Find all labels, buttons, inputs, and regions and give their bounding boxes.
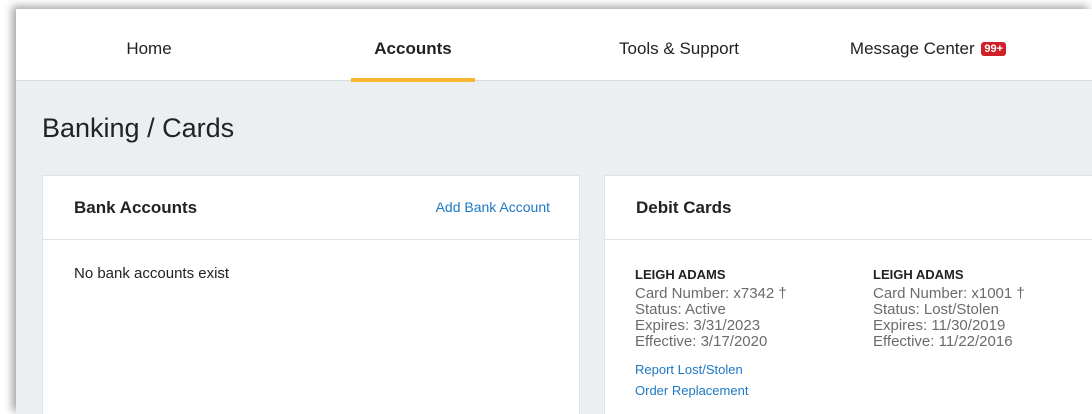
debit-card-item: LEIGH ADAMS Card Number: x7342 † Status:…: [635, 267, 855, 401]
debit-card-item: LEIGH ADAMS Card Number: x1001 † Status:…: [873, 267, 1092, 350]
report-lost-stolen-link[interactable]: Report Lost/Stolen: [635, 359, 855, 380]
active-tab-indicator: [351, 78, 475, 82]
empty-state-text: No bank accounts exist: [74, 265, 230, 282]
nav-home-label: Home: [126, 39, 172, 58]
nav-tools-support-label: Tools & Support: [618, 39, 739, 58]
debit-cards-header: Debit Cards: [605, 176, 1092, 240]
bank-accounts-title: Bank Accounts: [74, 198, 198, 217]
nav-message-center-label: Message Center: [849, 39, 975, 58]
debit-cards-panel: Debit Cards LEIGH ADAMS Card Number: x73…: [604, 175, 1092, 414]
card-status: Status: Active: [635, 301, 726, 318]
app-window: Home Accounts Tools & Support Message Ce…: [16, 9, 1092, 414]
nav-accounts[interactable]: Accounts: [351, 39, 475, 82]
nav-message-center[interactable]: Message Center 99+: [838, 39, 1018, 81]
message-count-badge: 99+: [981, 42, 1007, 56]
card-expires: Expires: 11/30/2019: [873, 317, 1006, 334]
nav-home[interactable]: Home: [104, 39, 194, 81]
bank-accounts-header: Bank Accounts Add Bank Account: [43, 176, 579, 240]
add-bank-account-link[interactable]: Add Bank Account: [436, 199, 550, 215]
window-frame: Home Accounts Tools & Support Message Ce…: [0, 0, 1092, 414]
card-holder-name: LEIGH ADAMS: [873, 267, 964, 282]
card-actions: Report Lost/Stolen Order Replacement: [635, 359, 855, 401]
card-number: Card Number: x1001 †: [873, 285, 1025, 302]
card-effective: Effective: 3/17/2020: [635, 333, 768, 350]
card-holder-name: LEIGH ADAMS: [635, 267, 726, 282]
nav-tools-support[interactable]: Tools & Support: [594, 39, 764, 81]
debit-cards-title: Debit Cards: [636, 198, 732, 217]
top-nav: Home Accounts Tools & Support Message Ce…: [16, 9, 1092, 82]
card-status: Status: Lost/Stolen: [873, 301, 999, 318]
card-effective: Effective: 11/22/2016: [873, 333, 1013, 350]
card-number: Card Number: x7342 †: [635, 285, 787, 302]
nav-accounts-label: Accounts: [374, 39, 452, 58]
order-replacement-link[interactable]: Order Replacement: [635, 380, 855, 401]
card-expires: Expires: 3/31/2023: [635, 317, 761, 334]
bank-accounts-panel: Bank Accounts Add Bank Account No bank a…: [42, 175, 580, 414]
page-title: Banking / Cards: [42, 113, 235, 143]
